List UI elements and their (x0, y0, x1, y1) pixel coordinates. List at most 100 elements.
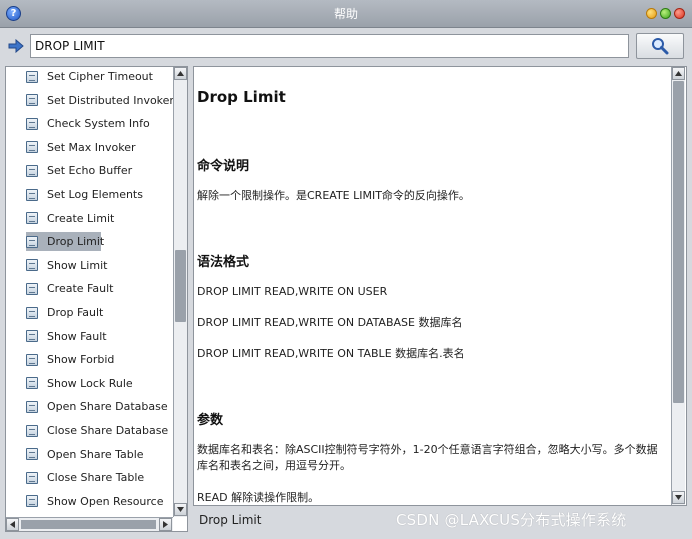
topic-item[interactable]: Show Limit (26, 256, 173, 275)
topic-item[interactable]: Set Distributed Invoker Ti (26, 91, 173, 110)
document-icon (26, 448, 38, 461)
document-icon (26, 495, 38, 508)
triangle-right-icon (163, 521, 168, 528)
watermark: CSDN @LAXCUS分布式操作系统 (396, 511, 627, 529)
document-icon (26, 353, 38, 366)
topic-item[interactable]: Close Share Database (26, 421, 173, 440)
topic-item-label: Show Open Resource (47, 494, 164, 508)
document-icon (26, 70, 38, 83)
topic-item-label: Open Share Database (47, 400, 168, 414)
topic-item[interactable]: Create Limit (26, 209, 173, 228)
section-heading-syntax: 语法格式 (197, 255, 250, 270)
topic-item[interactable]: Open Share Table (26, 445, 173, 464)
status-text: Drop Limit (199, 513, 262, 527)
title-bar: ? 帮助 (0, 0, 692, 28)
topic-item[interactable]: Open Share Database (26, 397, 173, 416)
scroll-left-button[interactable] (6, 518, 19, 531)
topic-item[interactable]: Show Forbid (26, 350, 173, 369)
document-icon (26, 377, 38, 390)
scroll-up-button[interactable] (174, 67, 187, 80)
section-heading-description: 命令说明 (197, 159, 250, 174)
search-button[interactable] (636, 33, 684, 59)
syntax-line-1: DROP LIMIT READ,WRITE ON USER (197, 285, 388, 298)
document-icon (26, 188, 38, 201)
topic-item[interactable]: Drop Limit (26, 232, 105, 252)
topic-list: Set Cipher Timeout Set Distributed Invoke… (6, 67, 173, 515)
topic-item-label: Create Limit (47, 211, 115, 225)
doc-scroll-down-button[interactable] (672, 491, 685, 504)
document-pane: Drop Limit 命令说明 解除一个限制操作。是CREATE LIMIT命令… (193, 66, 687, 506)
topic-item[interactable]: Set Max Invoker (26, 138, 173, 157)
topic-item-label: Drop Limit (47, 235, 105, 249)
topic-item-label: Set Cipher Timeout (47, 70, 153, 83)
document-icon (26, 306, 38, 319)
search-row (0, 28, 692, 66)
triangle-down-icon (675, 495, 682, 500)
scroll-right-button[interactable] (159, 518, 172, 531)
topic-item-label: Close Share Table (47, 471, 145, 485)
topic-item-label: Set Echo Buffer (47, 164, 133, 178)
topic-item-label: Show Forbid (47, 353, 115, 367)
document-icon (26, 94, 38, 107)
document-icon (26, 141, 38, 154)
document-icon (26, 282, 38, 295)
document-icon (26, 424, 38, 437)
topic-item-label: Set Distributed Invoker Ti (47, 93, 173, 107)
topic-item[interactable]: Check System Info (26, 114, 173, 133)
triangle-down-icon (177, 507, 184, 512)
document-title: Drop Limit (197, 88, 286, 106)
topic-list-pane: Set Cipher Timeout Set Distributed Invoke… (5, 66, 188, 532)
topic-item-label: Close Share Database (47, 424, 169, 437)
topic-item-label: Drop Fault (47, 306, 104, 319)
topic-item[interactable]: Close Share Table (26, 468, 173, 487)
topic-item-label: Show Fault (47, 329, 107, 343)
topic-item-label: Set Log Elements (47, 188, 143, 201)
topic-item-label: Create Fault (47, 282, 114, 296)
topic-item[interactable]: Create Fault (26, 279, 173, 298)
topic-list-horizontal-scrollbar[interactable] (6, 517, 173, 531)
triangle-up-icon (675, 71, 682, 76)
topic-item-label: Show Lock Rule (47, 376, 133, 390)
topic-item[interactable]: Show Lock Rule (26, 374, 173, 393)
param-read-text: READ 解除读操作限制。 (197, 491, 320, 504)
scroll-down-button[interactable] (174, 503, 187, 516)
document-vertical-scrollbar[interactable] (671, 67, 685, 505)
topic-item-label: Show Limit (47, 258, 108, 272)
triangle-up-icon (177, 71, 184, 76)
syntax-line-2: DROP LIMIT READ,WRITE ON DATABASE 数据库名 (197, 316, 463, 329)
topic-item[interactable]: Set Log Elements (26, 185, 173, 204)
doc-scroll-up-button[interactable] (672, 67, 685, 80)
maximize-button[interactable] (660, 8, 671, 19)
topic-list-vertical-scrollbar[interactable] (173, 67, 187, 517)
topic-item-label: Set Max Invoker (47, 140, 136, 154)
syntax-line-3: DROP LIMIT READ,WRITE ON TABLE 数据库名.表名 (197, 347, 465, 360)
search-input[interactable] (30, 34, 629, 58)
triangle-left-icon (10, 521, 15, 528)
window-title: 帮助 (333, 7, 358, 21)
topic-item[interactable]: Show Open Resource (26, 492, 173, 511)
magnifier-icon (652, 38, 669, 55)
params-text: 数据库名和表名：除ASCII控制符号字符外，1-20个任意语言字符组合，忽略大小… (197, 443, 658, 472)
topic-item[interactable]: Set Cipher Timeout (26, 67, 173, 86)
document-icon (26, 400, 38, 413)
minimize-button[interactable] (646, 8, 657, 19)
scroll-thumb[interactable] (175, 250, 186, 322)
document-icon (26, 259, 38, 272)
arrow-right-icon (8, 39, 24, 53)
document-icon (26, 235, 38, 248)
section-heading-params: 参数 (197, 413, 224, 428)
topic-item[interactable]: Drop Fault (26, 303, 173, 322)
description-text: 解除一个限制操作。是CREATE LIMIT命令的反向操作。 (197, 189, 470, 202)
horizontal-scroll-thumb[interactable] (21, 520, 156, 529)
topic-item-label: Check System Info (47, 117, 150, 131)
document-icon (26, 164, 38, 177)
document-icon (26, 212, 38, 225)
topic-item[interactable]: Show Fault (26, 327, 173, 346)
close-button[interactable] (674, 8, 685, 19)
document-icon (26, 117, 38, 130)
document-icon (26, 471, 38, 484)
topic-item-label: Open Share Table (47, 447, 144, 461)
topic-item[interactable]: Set Echo Buffer (26, 161, 173, 180)
doc-scroll-thumb[interactable] (673, 81, 684, 403)
document-icon (26, 330, 38, 343)
